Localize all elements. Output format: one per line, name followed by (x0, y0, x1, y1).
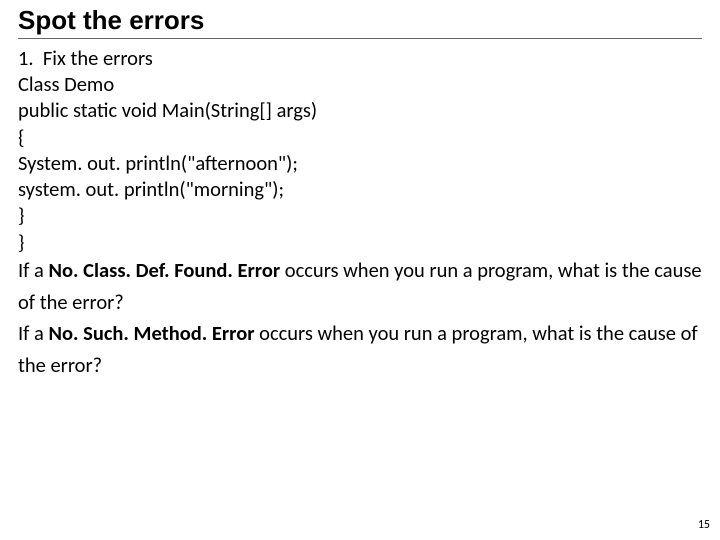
question-2: If a No. Such. Method. Error occurs when… (18, 318, 702, 382)
q2-pre: If a (18, 320, 49, 346)
code-line-1: Class Demo (18, 71, 702, 97)
slide: Spot the errors 1. Fix the errors Class … (0, 0, 720, 540)
slide-body: 1. Fix the errors Class Demo public stat… (18, 45, 702, 382)
slide-title: Spot the errors (18, 6, 702, 39)
q1-error-name: No. Class. Def. Found. Error (49, 257, 281, 283)
item-label: Fix the errors (43, 45, 153, 71)
question-1: If a No. Class. Def. Found. Error occurs… (18, 255, 702, 319)
item-number: 1. (18, 45, 34, 71)
page-number: 15 (698, 518, 710, 532)
code-line-3: { (18, 124, 702, 150)
code-line-5: system. out. println("morning"); (18, 176, 702, 202)
q2-error-name: No. Such. Method. Error (49, 320, 255, 346)
code-line-4: System. out. println("afternoon"); (18, 150, 702, 176)
q1-pre: If a (18, 257, 49, 283)
code-line-6: } (18, 202, 702, 228)
numbered-item: 1. Fix the errors (18, 45, 702, 71)
code-line-2: public static void Main(String[] args) (18, 97, 702, 123)
code-line-7: } (18, 229, 702, 255)
